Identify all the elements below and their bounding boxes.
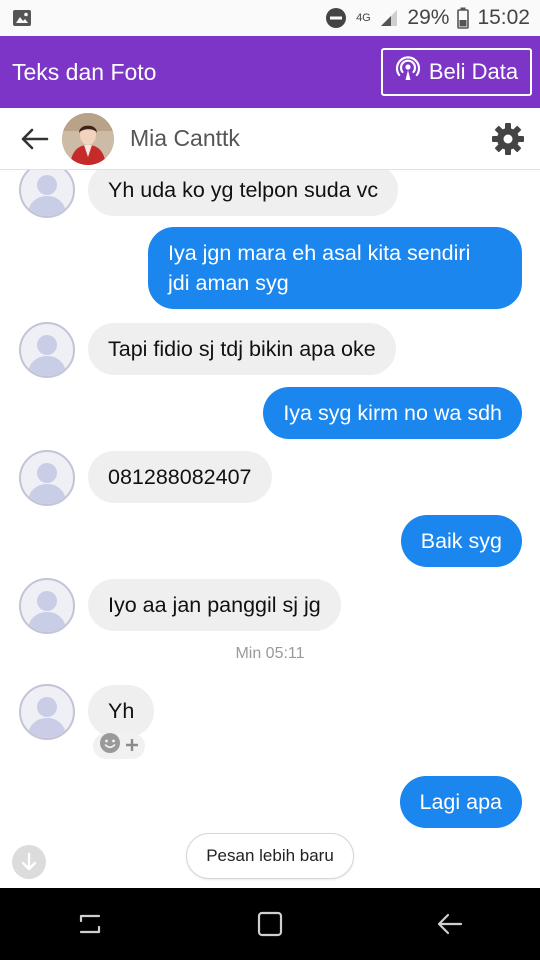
battery-icon xyxy=(457,7,470,29)
buy-data-button[interactable]: Beli Data xyxy=(381,48,532,96)
contact-avatar-placeholder[interactable] xyxy=(19,322,75,378)
contact-name: Mia Canttk xyxy=(130,125,240,151)
recent-apps-icon[interactable] xyxy=(60,894,120,954)
contact-avatar-placeholder[interactable] xyxy=(19,450,75,506)
message-bubble-outgoing[interactable]: Baik syg xyxy=(400,515,522,567)
system-nav-bar xyxy=(0,888,540,960)
timestamp: Min 05:11 xyxy=(235,645,305,662)
message-bubble-outgoing[interactable]: Iya syg kirm no wa sdh xyxy=(263,387,522,439)
signal-icon xyxy=(379,8,399,28)
network-type: 4G xyxy=(356,11,371,24)
app-bar: Teks dan Foto Beli Data xyxy=(0,36,540,108)
message-bubble-incoming[interactable]: Yh uda ko yg telpon suda vc xyxy=(88,170,399,216)
message-bubble-outgoing[interactable]: Iya jgn mara eh asal kita sendiri jdi am… xyxy=(148,227,522,309)
clock: 15:02 xyxy=(477,6,530,29)
contact-avatar-placeholder[interactable] xyxy=(19,578,75,634)
chat-header: Mia Canttk xyxy=(0,108,540,170)
plus-icon xyxy=(125,735,139,758)
do-not-disturb-icon xyxy=(325,7,347,29)
add-reaction-button[interactable] xyxy=(93,733,145,759)
contact-avatar[interactable] xyxy=(62,112,114,165)
back-icon[interactable] xyxy=(420,894,480,954)
buy-data-label: Beli Data xyxy=(428,59,519,84)
app-title: Teks dan Foto xyxy=(12,58,157,85)
message-bubble-outgoing[interactable]: Lagi apa xyxy=(399,776,522,828)
contact-avatar-placeholder[interactable] xyxy=(19,170,75,218)
smiley-icon xyxy=(99,732,121,760)
back-arrow-icon[interactable] xyxy=(16,121,52,157)
broadcast-icon xyxy=(395,56,421,88)
message-bubble-incoming[interactable]: 081288082407 xyxy=(88,451,272,503)
message-bubble-incoming[interactable]: Iyo aa jan panggil sj jg xyxy=(88,579,341,631)
home-icon[interactable] xyxy=(240,894,300,954)
image-icon xyxy=(12,9,32,27)
message-list[interactable]: Yh uda ko yg telpon suda vc Iya jgn mara… xyxy=(0,170,540,888)
contact-avatar-placeholder[interactable] xyxy=(19,684,75,740)
message-line: Iya jgn mara eh asal kita sendiri xyxy=(168,241,471,265)
status-bar: 4G 29% 15:02 xyxy=(0,0,540,36)
message-line: jdi aman syg xyxy=(168,271,289,295)
newer-messages-label: Pesan lebih baru xyxy=(206,846,334,865)
battery-percent: 29% xyxy=(407,6,450,29)
settings-gear-icon[interactable] xyxy=(488,119,528,159)
scroll-down-button[interactable] xyxy=(12,845,46,879)
message-bubble-incoming[interactable]: Yh xyxy=(88,685,155,737)
message-bubble-incoming[interactable]: Tapi fidio sj tdj bikin apa oke xyxy=(88,323,396,375)
newer-messages-button[interactable]: Pesan lebih baru xyxy=(186,833,354,879)
